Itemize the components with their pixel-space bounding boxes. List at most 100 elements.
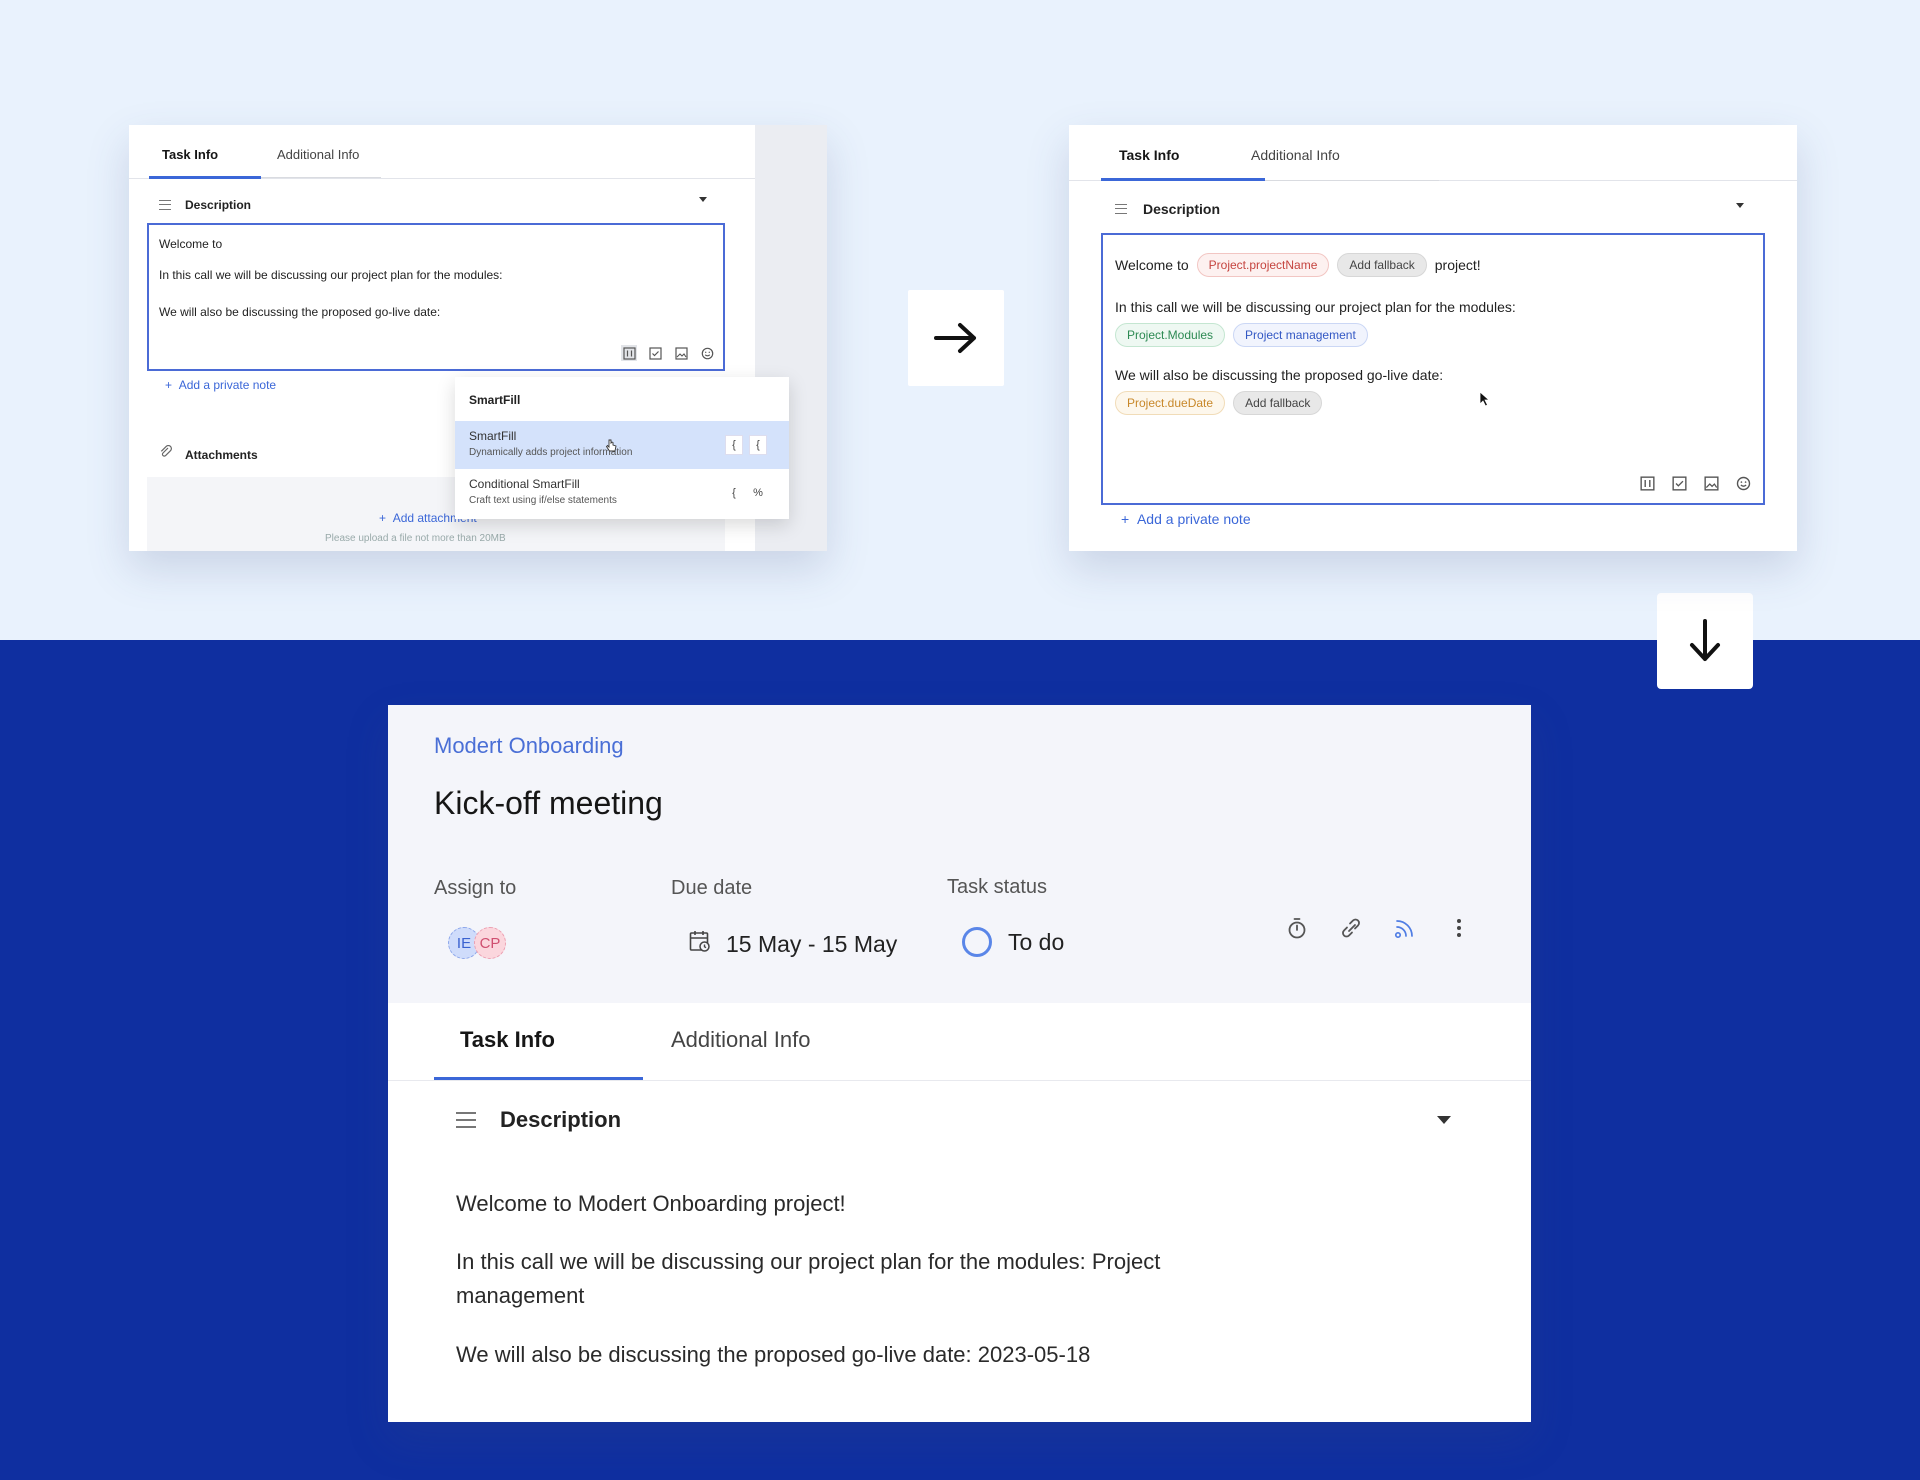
tab-divider [388,1080,1531,1081]
shortcut-key: { [749,435,767,455]
active-tab-indicator [1101,178,1265,181]
description-line-2: In this call we will be discussing our p… [456,1249,1161,1308]
editor-line-2: In this call we will be discussing our p… [1115,299,1516,315]
description-label: Description [1143,201,1221,217]
task-header: Modert Onboarding Kick-off meeting Assig… [388,705,1531,1003]
editor-line-1: Welcome to Project.projectName Add fallb… [1115,253,1481,277]
dropdown-header: SmartFill [469,393,521,407]
description-header[interactable]: Description [1115,197,1220,221]
description-editor[interactable]: Welcome to In this call we will be discu… [147,223,725,371]
smartfill-icon[interactable] [621,345,637,361]
calendar-icon [688,929,712,959]
editor-card-before: Task Info Additional Info Description We… [129,125,827,551]
checklist-icon[interactable] [1671,475,1687,491]
link-icon[interactable] [1336,913,1366,943]
tab-task-info[interactable]: Task Info [162,147,218,162]
due-date-value: 15 May - 15 May [726,930,898,957]
tab-divider [261,177,381,178]
emoji-icon[interactable] [1735,475,1751,491]
plus-icon: + [165,378,179,392]
collapse-icon[interactable] [1736,203,1744,208]
collapse-icon[interactable] [699,197,707,202]
shortcut-key: { [725,435,743,455]
description-line-3: We will also be discussing the proposed … [456,1342,1091,1367]
paperclip-icon [159,444,173,464]
task-status-label: Task status [947,876,1048,898]
image-icon[interactable] [1703,475,1719,491]
project-breadcrumb[interactable]: Modert Onboarding [434,733,624,759]
text-segment: Welcome to [1115,257,1189,273]
smartfill-value-chip[interactable]: Project management [1233,323,1368,347]
editor-line-3-chips: Project.dueDate Add fallback [1115,391,1323,415]
dropdown-item-subtitle: Craft text using if/else statements [469,495,617,506]
editor-line-2: In this call we will be discussing our p… [159,268,503,282]
editor-line-1: Welcome to [159,237,223,251]
tab-bar: Task Info Additional Info [129,125,755,179]
add-fallback-chip[interactable]: Add fallback [1233,391,1323,415]
plus-icon: + [1121,511,1137,527]
smartfill-chip-due-date[interactable]: Project.dueDate [1115,391,1226,415]
add-private-note-link[interactable]: + Add a private note [165,378,276,392]
attachments-label: Attachments [185,447,258,462]
description-header[interactable]: Description [159,193,719,217]
arrow-cursor-icon [1479,391,1491,412]
add-private-note-link[interactable]: + Add a private note [1121,511,1251,527]
pointer-cursor-icon [605,439,617,458]
editor-line-3: We will also be discussing the proposed … [159,305,441,319]
avatar[interactable]: CP [474,927,506,959]
arrow-down-icon [1657,593,1753,689]
text-segment: project! [1434,257,1481,273]
assign-label: Assign to [434,877,517,899]
due-date-picker[interactable]: 15 May - 15 May [688,929,897,959]
timer-icon[interactable] [1282,913,1312,943]
checklist-icon[interactable] [647,345,663,361]
dropdown-item-smartfill[interactable]: SmartFill Dynamically adds project infor… [455,421,789,469]
text-lines-icon [456,1112,476,1128]
status-circle-icon [962,927,992,957]
smartfill-chip-modules[interactable]: Project.Modules [1115,323,1226,347]
shortcut-key: % [753,487,763,499]
broadcast-icon[interactable] [1390,913,1420,943]
plus-icon: + [379,511,393,525]
add-fallback-chip[interactable]: Add fallback [1337,253,1427,277]
task-status-selector[interactable]: To do [962,927,1064,957]
editor-line-2-chips: Project.Modules Project management [1115,323,1368,347]
task-title: Kick-off meeting [434,785,663,821]
add-private-note-label: Add a private note [178,378,277,392]
editor-card-after: Task Info Additional Info Description We… [1069,125,1797,551]
shortcut-key: { [732,487,736,499]
active-tab-indicator [149,176,261,179]
dropdown-item-conditional-smartfill[interactable]: Conditional SmartFill Craft text using i… [455,469,789,517]
due-date-label: Due date [671,877,753,899]
dropdown-item-title: Conditional SmartFill [469,477,580,491]
smartfill-icon[interactable] [1639,475,1655,491]
description-line-1: Welcome to Modert Onboarding project! [456,1191,846,1216]
description-label: Description [500,1107,622,1132]
arrow-right-icon [908,290,1004,386]
dropdown-item-title: SmartFill [469,429,517,443]
editor-toolbar [621,345,715,361]
editor-toolbar [1639,475,1751,491]
text-lines-icon [159,200,171,210]
tab-task-info[interactable]: Task Info [460,1027,555,1053]
tab-bar: Task Info Additional Info [1069,125,1797,181]
image-icon[interactable] [673,345,689,361]
task-detail-card: Modert Onboarding Kick-off meeting Assig… [388,705,1531,1422]
more-options-icon[interactable] [1444,913,1474,943]
task-actions [1282,913,1474,943]
tab-additional-info[interactable]: Additional Info [1251,147,1340,163]
upload-hint: Please upload a file not more than 20MB [325,533,506,544]
smartfill-chip-project-name[interactable]: Project.projectName [1196,253,1330,277]
tab-additional-info[interactable]: Additional Info [671,1027,810,1053]
text-lines-icon [1115,204,1127,214]
description-editor[interactable]: Welcome to Project.projectName Add fallb… [1101,233,1765,505]
description-label: Description [185,198,252,212]
add-private-note-label: Add a private note [1136,511,1251,527]
tab-additional-info[interactable]: Additional Info [277,147,359,162]
collapse-icon[interactable] [1437,1116,1451,1124]
description-header[interactable]: Description [456,1105,621,1135]
status-value: To do [1008,928,1065,955]
emoji-icon[interactable] [699,345,715,361]
smartfill-dropdown: SmartFill SmartFill Dynamically adds pro… [455,377,789,519]
tab-task-info[interactable]: Task Info [1119,147,1179,163]
